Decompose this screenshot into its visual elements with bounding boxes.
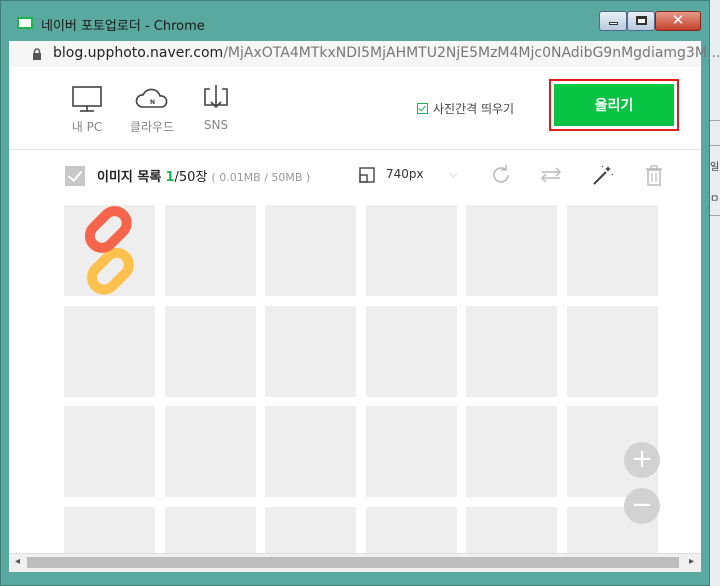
cloud-icon: N (135, 88, 168, 108)
window-title: 네이버 포토업로더 - Chrome (41, 19, 205, 34)
image-slot (466, 507, 557, 553)
address-bar[interactable]: blog.upphoto.naver.com/MjAxOTA4MTkxNDI5M… (9, 41, 720, 68)
image-slot (466, 406, 557, 497)
close-button[interactable]: ✕ (655, 11, 701, 31)
uploader-content: 내 PC N 클라우드 SNS 사진간격 띄우기 올리기 이미지 목록 1/50… (9, 67, 701, 553)
zoom-in-button[interactable]: + (624, 442, 660, 478)
scrollbar-thumb[interactable] (27, 557, 679, 568)
url-text[interactable]: blog.upphoto.naver.com/MjAxOTA4MTkxNDI5M… (53, 45, 720, 61)
minimize-icon (609, 22, 618, 25)
list-title-text: 이미지 목록 (97, 170, 162, 185)
trash-icon[interactable] (642, 163, 666, 187)
rotate-icon[interactable] (489, 163, 513, 187)
image-slot (466, 306, 557, 397)
svg-text:N: N (150, 99, 155, 106)
source-label: 내 PC (71, 120, 103, 134)
image-slot (165, 205, 256, 296)
maximize-button[interactable] (627, 11, 655, 31)
image-slot (64, 406, 155, 497)
select-all-checkbox[interactable] (65, 166, 85, 186)
source-sns-button[interactable]: SNS (186, 83, 246, 132)
size-info: ( 0.01MB / 50MB ) (211, 171, 311, 184)
minimize-button[interactable] (599, 11, 627, 31)
image-slot (366, 306, 457, 397)
url-host: blog.upphoto.naver.com (53, 45, 224, 61)
image-slot (64, 306, 155, 397)
spacing-option[interactable]: 사진간격 띄우기 (417, 100, 514, 117)
monitor-icon (72, 86, 102, 112)
image-slot (165, 406, 256, 497)
title-bar[interactable]: 네이버 포토업로더 - Chrome ✕ (1, 1, 711, 41)
image-slot (265, 406, 356, 497)
spacing-checkbox[interactable] (417, 103, 428, 114)
magic-wand-icon[interactable] (591, 163, 615, 187)
image-slot (165, 306, 256, 397)
download-icon (204, 85, 228, 109)
image-slot (366, 406, 457, 497)
image-list-title: 이미지 목록 1/50장( 0.01MB / 50MB ) (97, 166, 310, 185)
close-icon: ✕ (671, 11, 685, 29)
source-my-pc-button[interactable]: 내 PC (57, 83, 117, 135)
horizontal-scrollbar[interactable]: ◂ ▸ (9, 553, 701, 572)
image-slot (265, 205, 356, 296)
image-slot (567, 205, 658, 296)
source-label: SNS (203, 118, 229, 132)
source-cloud-button[interactable]: N 클라우드 (122, 83, 182, 135)
image-slot (567, 306, 658, 397)
flip-icon[interactable] (539, 163, 563, 187)
link-icon (84, 206, 134, 295)
image-count: 1 (165, 170, 175, 185)
lock-icon (33, 48, 41, 60)
image-list-bar: 이미지 목록 1/50장( 0.01MB / 50MB ) 740px ⌵ (9, 149, 701, 203)
resize-icon[interactable] (359, 167, 375, 183)
chevron-down-icon[interactable]: ⌵ (449, 167, 457, 181)
uploader-toolbar: 내 PC N 클라우드 SNS 사진간격 띄우기 올리기 (9, 67, 701, 150)
url-path: /MjAxOTA4MTkxNDI5MjAHMTU2NjE5MzM4Mjc0NAd… (223, 45, 720, 61)
plus-icon: + (631, 444, 653, 474)
maximize-icon (636, 16, 647, 25)
upload-button[interactable]: 올리기 (554, 84, 674, 126)
image-max: /50장 (174, 170, 208, 185)
image-slot (64, 507, 155, 553)
app-icon (17, 17, 33, 29)
image-thumbnail[interactable] (64, 205, 155, 296)
source-label: 클라우드 (129, 120, 175, 134)
spacing-label: 사진간격 띄우기 (433, 102, 515, 116)
background-text-a: 일 (710, 162, 720, 173)
image-slot (265, 507, 356, 553)
image-slot (265, 306, 356, 397)
chrome-popup-window: 네이버 포토업로더 - Chrome ✕ blog.upphoto.naver.… (0, 0, 720, 586)
zoom-out-button[interactable]: − (624, 488, 660, 524)
scroll-right-icon[interactable]: ▸ (689, 556, 694, 567)
background-text-b: ㅁ (710, 194, 720, 205)
image-slot (165, 507, 256, 553)
image-slot (366, 507, 457, 553)
image-slot (366, 205, 457, 296)
image-slot (466, 205, 557, 296)
minus-icon: − (631, 490, 653, 520)
scroll-left-icon[interactable]: ◂ (15, 556, 20, 567)
width-select[interactable]: 740px (386, 167, 424, 181)
upload-button-highlight: 올리기 (549, 79, 679, 131)
